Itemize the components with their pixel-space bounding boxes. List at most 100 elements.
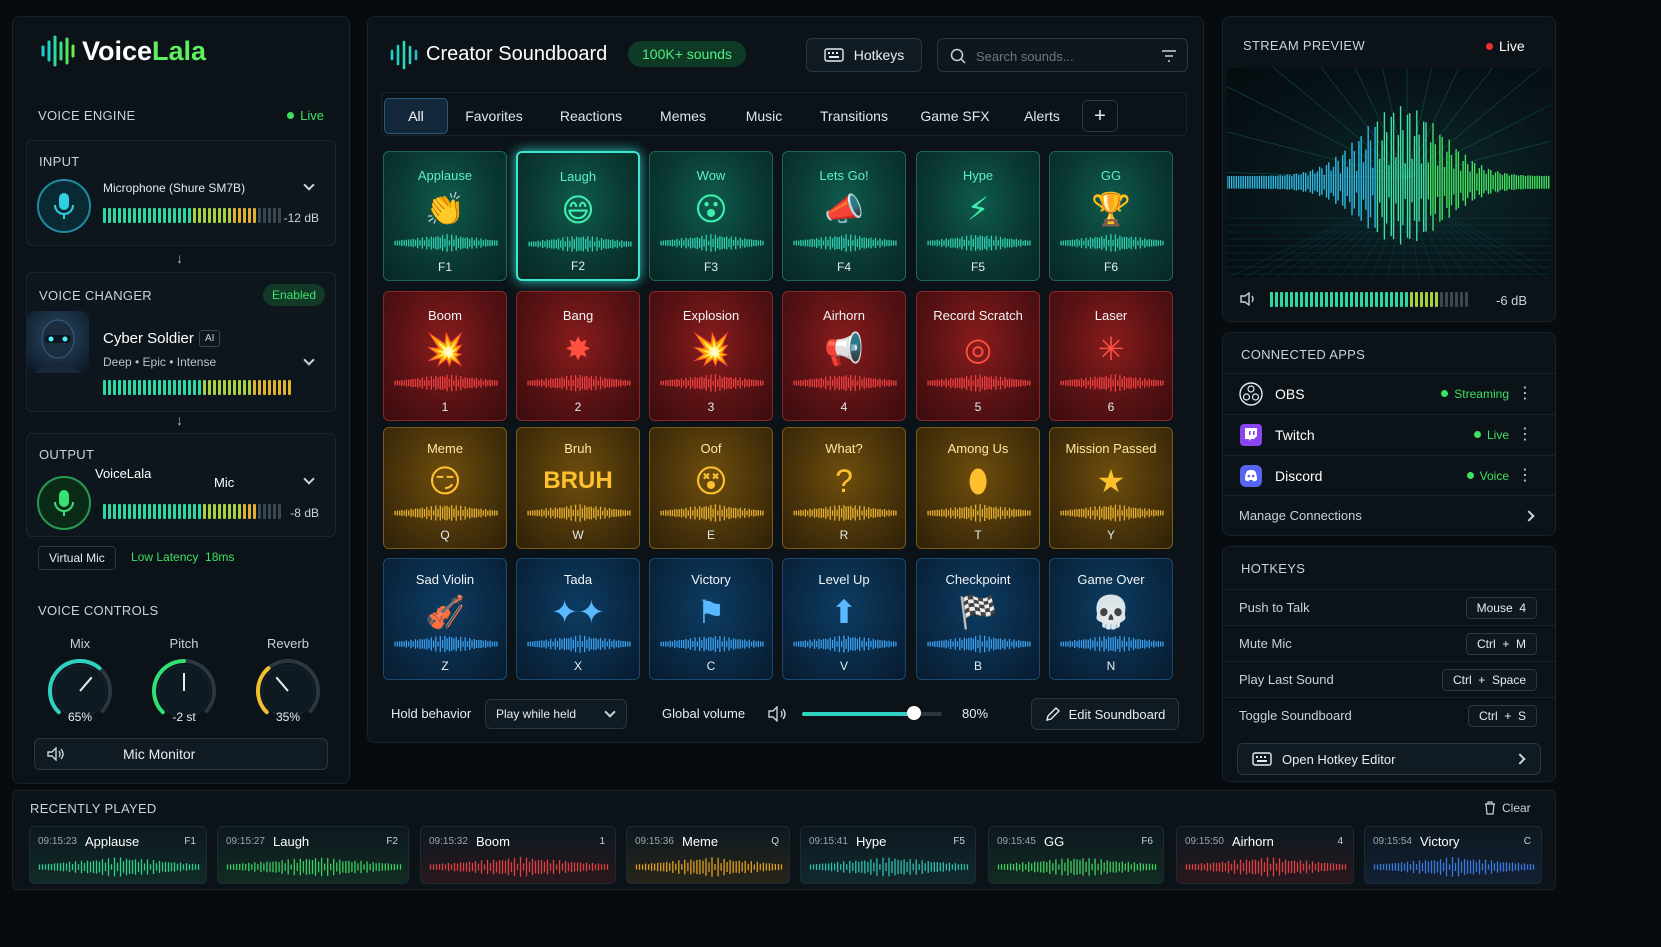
hotkey-keys[interactable]: Mouse 4 [1465, 596, 1537, 619]
hotkey-keys[interactable]: Ctrl + Space [1441, 668, 1537, 691]
output-microphone-icon[interactable] [37, 476, 91, 530]
more-icon[interactable]: ⋮ [1517, 426, 1533, 443]
voice-changer-enabled-badge[interactable]: Enabled [262, 284, 325, 306]
clear-button[interactable]: Clear [1484, 801, 1531, 815]
app-row-obs[interactable]: OBS Streaming ⋮ [1223, 373, 1555, 413]
hotkey-keys[interactable]: Ctrl + S [1467, 704, 1537, 727]
sound-tile-wow[interactable]: Wow 😮 F3 [649, 151, 773, 281]
bang-icon: ✸ [564, 331, 592, 367]
mic-monitor-button[interactable]: Mic Monitor [34, 738, 328, 770]
tile-waveform [1060, 636, 1164, 652]
sound-tile-hype[interactable]: Hype ⚡ F5 [916, 151, 1040, 281]
recent-item-boom[interactable]: 09:15:32 Boom 1 [420, 826, 616, 884]
sound-tile-game-over[interactable]: Game Over 💀 N [1049, 558, 1173, 680]
crewmate-icon: ⬮ [967, 463, 989, 499]
hotkeys-button[interactable]: Hotkeys [806, 38, 922, 72]
hotkeys-title: HOTKEYS [1241, 561, 1306, 576]
recent-waveform [1185, 857, 1347, 877]
keyboard-icon-2 [1252, 752, 1272, 766]
sound-tile-boom[interactable]: Boom 💥 1 [383, 291, 507, 421]
recent-item-meme[interactable]: 09:15:36 Meme Q [626, 826, 790, 884]
volume-icon[interactable] [768, 706, 788, 722]
sound-tile-explosion[interactable]: Explosion 💥 3 [649, 291, 773, 421]
search-input[interactable] [976, 46, 1146, 66]
sound-tile-meme[interactable]: Meme 😏 Q [383, 427, 507, 549]
tab-all[interactable]: All [384, 98, 448, 134]
recent-item-gg[interactable]: 09:15:45 GG F6 [988, 826, 1164, 884]
recent-item-airhorn[interactable]: 09:15:50 Airhorn 4 [1176, 826, 1354, 884]
app-row-discord[interactable]: Discord Voice ⋮ [1223, 455, 1555, 495]
edit-soundboard-button[interactable]: Edit Soundboard [1031, 698, 1179, 730]
hold-behavior-select[interactable]: Play while held [485, 699, 627, 729]
sound-tile-bruh[interactable]: Bruh BRUH W [516, 427, 640, 549]
recent-name: Laugh [273, 834, 310, 849]
input-device[interactable]: Microphone (Shure SM7B) [103, 181, 245, 195]
app-row-twitch[interactable]: Twitch Live ⋮ [1223, 414, 1555, 454]
tab-reactions[interactable]: Reactions [546, 98, 636, 134]
sound-tile-gg[interactable]: GG 🏆 F6 [1049, 151, 1173, 281]
tile-hotkey: R [839, 528, 849, 542]
more-icon[interactable]: ⋮ [1517, 467, 1533, 484]
output-title: OUTPUT [39, 447, 95, 462]
input-device-chevron-icon[interactable] [303, 179, 315, 191]
knob-label-0: Mix [69, 636, 91, 651]
recent-time: 09:15:23 [38, 836, 77, 847]
output-device-chevron-icon[interactable] [303, 473, 315, 485]
tab-music[interactable]: Music [730, 98, 798, 134]
hotkey-row[interactable]: Toggle Soundboard Ctrl + S [1223, 697, 1555, 733]
sound-tile-victory[interactable]: Victory ⚑ C [649, 558, 773, 680]
sound-tile-level-up[interactable]: Level Up ⬆ V [782, 558, 906, 680]
sound-tile-laser[interactable]: Laser ✳ 6 [1049, 291, 1173, 421]
hotkey-row[interactable]: Push to Talk Mouse 4 [1223, 589, 1555, 625]
hotkey-row[interactable]: Play Last Sound Ctrl + Space [1223, 661, 1555, 697]
sound-tile-lets-go[interactable]: Lets Go! 📣 F4 [782, 151, 906, 281]
add-tab-button[interactable]: + [1082, 100, 1118, 132]
tab-alerts[interactable]: Alerts [1010, 98, 1074, 134]
soundboard-waveform-icon [390, 40, 418, 70]
recent-item-hype[interactable]: 09:15:41 Hype F5 [800, 826, 976, 884]
sound-tile-laugh[interactable]: Laugh 😄 F2 [516, 151, 640, 281]
sound-tile-what[interactable]: What? ? R [782, 427, 906, 549]
more-icon[interactable]: ⋮ [1517, 385, 1533, 402]
sound-tile-tada[interactable]: Tada ✦✦ X [516, 558, 640, 680]
output-mic[interactable]: Mic [214, 475, 234, 490]
recent-item-laugh[interactable]: 09:15:27 Laugh F2 [217, 826, 409, 884]
tab-memes[interactable]: Memes [646, 98, 720, 134]
filter-icon[interactable] [1161, 49, 1177, 63]
tile-waveform [927, 235, 1031, 251]
voice-changer-chevron-icon[interactable] [303, 354, 315, 366]
sound-tile-mission-passed[interactable]: Mission Passed ★ Y [1049, 427, 1173, 549]
tile-label: Lets Go! [819, 168, 869, 183]
tile-waveform [660, 504, 764, 522]
voice-changer-title: VOICE CHANGER [39, 288, 152, 303]
output-device[interactable]: VoiceLala [95, 466, 151, 481]
tab-transitions[interactable]: Transitions [808, 98, 900, 134]
search-icon [950, 48, 966, 64]
open-hotkey-editor-button[interactable]: Open Hotkey Editor [1237, 743, 1541, 775]
sound-tile-checkpoint[interactable]: Checkpoint 🏁 B [916, 558, 1040, 680]
tile-hotkey: 5 [974, 400, 982, 414]
sound-tile-record-scratch[interactable]: Record Scratch ◎ 5 [916, 291, 1040, 421]
virtual-mic-badge[interactable]: Virtual Mic [38, 546, 116, 570]
sound-tile-among-us[interactable]: Among Us ⬮ T [916, 427, 1040, 549]
tab-favorites[interactable]: Favorites [452, 98, 536, 134]
sound-tile-sad-violin[interactable]: Sad Violin 🎻 Z [383, 558, 507, 680]
hotkey-row[interactable]: Mute Mic Ctrl + M [1223, 625, 1555, 661]
tile-hotkey: 6 [1107, 400, 1115, 414]
search-box[interactable] [937, 38, 1188, 72]
sound-tile-bang[interactable]: Bang ✸ 2 [516, 291, 640, 421]
preview-speaker-icon[interactable] [1240, 292, 1258, 306]
sound-tile-applause[interactable]: Applause 👏 F1 [383, 151, 507, 281]
sound-tile-airhorn[interactable]: Airhorn 📢 4 [782, 291, 906, 421]
global-volume-thumb[interactable] [907, 706, 921, 720]
tab-game-sfx[interactable]: Game SFX [910, 98, 1000, 134]
global-volume-slider[interactable] [802, 706, 942, 720]
tile-waveform [793, 635, 897, 653]
microphone-icon[interactable] [37, 179, 91, 233]
recent-item-victory[interactable]: 09:15:54 Victory C [1364, 826, 1542, 884]
recent-item-applause[interactable]: 09:15:23 Applause F1 [29, 826, 207, 884]
brand-voice: Voice [82, 35, 153, 66]
manage-connections-row[interactable]: Manage Connections [1223, 495, 1555, 535]
sound-tile-oof[interactable]: Oof 😵 E [649, 427, 773, 549]
hotkey-keys[interactable]: Ctrl + M [1465, 632, 1537, 655]
